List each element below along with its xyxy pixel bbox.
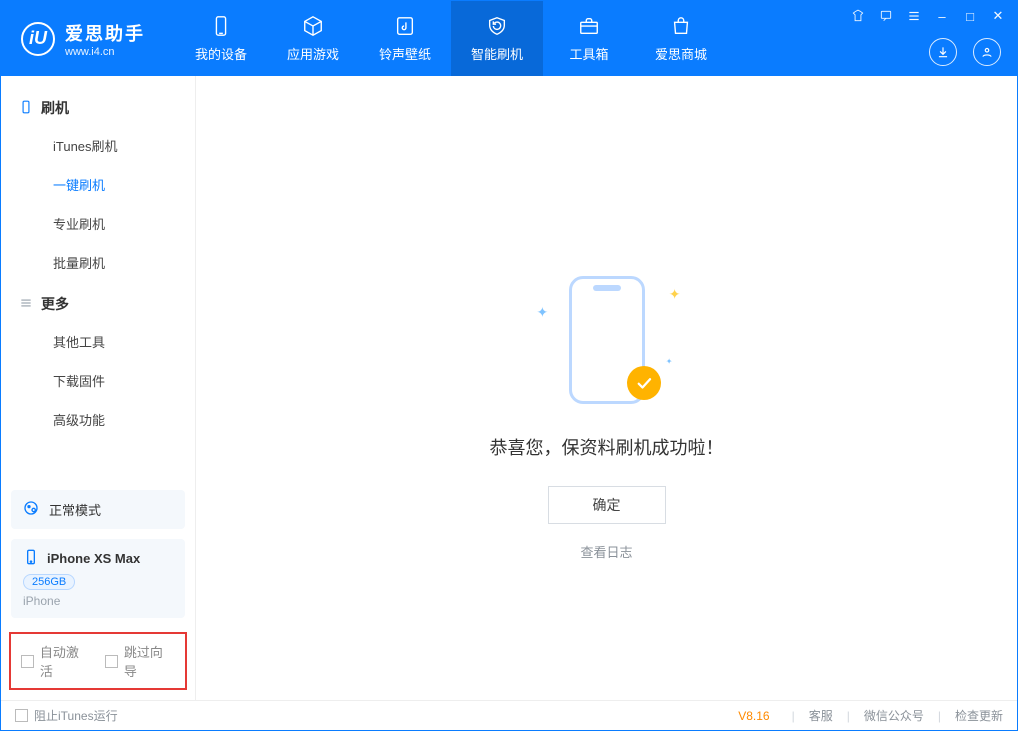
sidebar-group-label: 刷机 <box>41 98 69 118</box>
sidebar-item-download-firmware[interactable]: 下载固件 <box>1 361 195 400</box>
music-note-icon <box>393 14 417 38</box>
sidebar-scroll: 刷机 iTunes刷机 一键刷机 专业刷机 批量刷机 更多 其他工具 下载固件 … <box>1 76 195 480</box>
tab-label: 铃声壁纸 <box>379 44 431 63</box>
check-badge-icon <box>627 366 661 400</box>
sidebar-item-batch-flash[interactable]: 批量刷机 <box>1 243 195 282</box>
status-link-wechat[interactable]: 微信公众号 <box>864 707 924 724</box>
refresh-shield-icon <box>485 14 509 38</box>
checkbox-label: 自动激活 <box>40 642 91 680</box>
sidebar-group-flash: 刷机 <box>1 86 195 126</box>
tab-ringtones-wallpapers[interactable]: 铃声壁纸 <box>359 1 451 76</box>
sidebar-options-highlight: 自动激活 跳过向导 <box>9 632 187 690</box>
checkbox-label: 阻止iTunes运行 <box>34 707 118 724</box>
sidebar-list-flash: iTunes刷机 一键刷机 专业刷机 批量刷机 <box>1 126 195 282</box>
ok-button[interactable]: 确定 <box>548 486 666 524</box>
user-button[interactable] <box>973 38 1001 66</box>
mode-card[interactable]: 正常模式 <box>11 490 185 529</box>
tab-apps-games[interactable]: 应用游戏 <box>267 1 359 76</box>
device-platform: iPhone <box>23 594 60 608</box>
device-name: iPhone XS Max <box>47 551 140 566</box>
download-button[interactable] <box>929 38 957 66</box>
brand: iU 爱思助手 www.i4.cn <box>1 1 165 76</box>
sparkle-icon: ✦ <box>666 357 673 366</box>
separator: | <box>938 709 941 723</box>
checkbox-box <box>21 655 34 668</box>
topnav: 我的设备 应用游戏 铃声壁纸 智能刷机 工具箱 <box>175 1 727 76</box>
device-capacity: 256GB <box>23 574 75 590</box>
separator: | <box>792 709 795 723</box>
bag-icon <box>669 14 693 38</box>
device-icon <box>23 549 39 568</box>
view-log-link[interactable]: 查看日志 <box>580 542 632 561</box>
status-link-support[interactable]: 客服 <box>809 707 833 724</box>
brand-title: 爱思助手 <box>65 20 145 46</box>
sidebar-list-more: 其他工具 下载固件 高级功能 <box>1 322 195 439</box>
sidebar-item-other-tools[interactable]: 其他工具 <box>1 322 195 361</box>
sidebar-item-oneclick-flash[interactable]: 一键刷机 <box>1 165 195 204</box>
status-link-update[interactable]: 检查更新 <box>955 707 1003 724</box>
device-icon <box>209 14 233 38</box>
maximize-button[interactable]: □ <box>961 7 979 25</box>
window-controls: – □ ✕ <box>849 7 1007 25</box>
titlebar: iU 爱思助手 www.i4.cn 我的设备 应用游戏 铃声壁纸 <box>1 1 1017 76</box>
main-content: ✦ ✦ ✦ 恭喜您，保资料刷机成功啦！ 确定 查看日志 <box>196 76 1017 700</box>
toolbox-icon <box>577 14 601 38</box>
checkbox-skip-guide[interactable]: 跳过向导 <box>105 642 175 680</box>
title-right-lower <box>929 38 1001 66</box>
close-button[interactable]: ✕ <box>989 7 1007 25</box>
sidebar-group-more: 更多 <box>1 282 195 322</box>
checkbox-auto-activate[interactable]: 自动激活 <box>21 642 91 680</box>
tab-label: 应用游戏 <box>287 44 339 63</box>
sidebar-group-label: 更多 <box>41 294 69 314</box>
checkbox-box <box>105 655 118 668</box>
sidebar-cards: 正常模式 iPhone XS Max 256GB iPhone <box>1 480 195 618</box>
skin-icon[interactable] <box>849 7 867 25</box>
mode-label: 正常模式 <box>49 500 101 519</box>
sidebar-item-pro-flash[interactable]: 专业刷机 <box>1 204 195 243</box>
checkbox-box <box>15 709 28 722</box>
success-illustration: ✦ ✦ ✦ <box>527 276 687 406</box>
sidebar-item-advanced[interactable]: 高级功能 <box>1 400 195 439</box>
brand-logo: iU <box>21 22 55 56</box>
menu-icon[interactable] <box>905 7 923 25</box>
tab-toolbox[interactable]: 工具箱 <box>543 1 635 76</box>
tab-my-device[interactable]: 我的设备 <box>175 1 267 76</box>
brand-text: 爱思助手 www.i4.cn <box>65 20 145 58</box>
device-card[interactable]: iPhone XS Max 256GB iPhone <box>11 539 185 618</box>
success-text: 恭喜您，保资料刷机成功啦！ <box>490 434 724 460</box>
version-label: V8.16 <box>738 709 769 723</box>
minimize-button[interactable]: – <box>933 7 951 25</box>
sidebar: 刷机 iTunes刷机 一键刷机 专业刷机 批量刷机 更多 其他工具 下载固件 … <box>1 76 196 700</box>
tab-label: 我的设备 <box>195 44 247 63</box>
cube-icon <box>301 14 325 38</box>
sparkle-icon: ✦ <box>537 304 549 321</box>
separator: | <box>847 709 850 723</box>
tab-label: 智能刷机 <box>471 44 523 63</box>
tab-label: 工具箱 <box>569 44 608 63</box>
checkbox-block-itunes[interactable]: 阻止iTunes运行 <box>15 707 118 724</box>
feedback-icon[interactable] <box>877 7 895 25</box>
more-icon <box>19 296 33 313</box>
body: 刷机 iTunes刷机 一键刷机 专业刷机 批量刷机 更多 其他工具 下载固件 … <box>1 76 1017 700</box>
sparkle-icon: ✦ <box>669 286 681 303</box>
brand-logo-letter: iU <box>29 28 47 49</box>
tab-label: 爱思商城 <box>655 44 707 63</box>
mode-icon <box>23 500 39 519</box>
phone-icon <box>19 100 33 117</box>
sidebar-item-itunes-flash[interactable]: iTunes刷机 <box>1 126 195 165</box>
checkbox-label: 跳过向导 <box>124 642 175 680</box>
tab-smart-flash[interactable]: 智能刷机 <box>451 1 543 76</box>
brand-site: www.i4.cn <box>65 46 145 58</box>
statusbar: 阻止iTunes运行 V8.16 | 客服 | 微信公众号 | 检查更新 <box>1 700 1017 730</box>
tab-store[interactable]: 爱思商城 <box>635 1 727 76</box>
